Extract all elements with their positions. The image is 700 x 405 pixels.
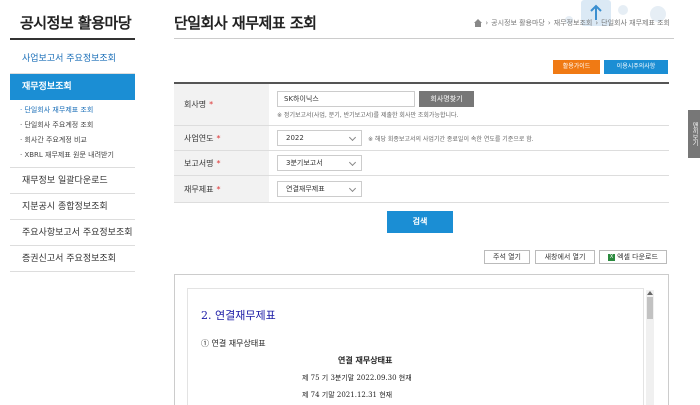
- excel-download-label: 엑셀 다운로드: [617, 253, 658, 261]
- page: 공시정보 활용마당 사업보고서 주요정보조회 재무정보조회 · 단일회사 재무제…: [0, 0, 700, 405]
- find-company-button[interactable]: 회사명찾기: [419, 90, 474, 107]
- document-viewer: 2. 연결재무제표 ① 연결 재무상태표 연결 재무상태표 제 75 기 3분기…: [174, 274, 669, 405]
- breadcrumb-item[interactable]: 공시정보 활용마당: [491, 18, 545, 28]
- required-mark: *: [216, 133, 221, 143]
- sidebar-submenu: · 단일회사 재무제표 조회 · 단일회사 주요계정 조회 · 회사간 주요계정…: [10, 100, 135, 168]
- search-form: 회사명 * SK하이닉스 회사명찾기 ※ 정기보고서(사업, 분기, 반기보고서)…: [174, 82, 669, 203]
- home-icon[interactable]: [474, 19, 483, 27]
- statement-label: 재무제표: [184, 184, 214, 194]
- company-label: 회사명: [184, 100, 207, 109]
- sidebar-menu: 사업보고서 주요정보조회 재무정보조회 · 단일회사 재무제표 조회 · 단일회…: [10, 44, 135, 272]
- usage-notice-button[interactable]: 이용시주의사항: [604, 60, 668, 74]
- year-label: 사업연도: [184, 133, 214, 143]
- year-note: ※ 해당 회종보고서의 사업기간 종료일이 속한 연도를 기준으로 함.: [368, 135, 534, 143]
- sidebar-item-financial-info[interactable]: 재무정보조회: [10, 74, 135, 100]
- report-select[interactable]: 3분기보고서: [277, 155, 362, 171]
- chevron-down-icon: [348, 158, 357, 167]
- year-select[interactable]: 2022: [277, 130, 362, 146]
- breadcrumb: › 공시정보 활용마당 › 재무정보조회 › 단일회사 재무제표 조회: [474, 18, 670, 28]
- report-value: 3분기보고서: [286, 159, 323, 167]
- excel-download-button[interactable]: X 엑셀 다운로드: [599, 250, 667, 264]
- statement-select[interactable]: 연결재무제표: [277, 181, 362, 197]
- sidebar-subitem-single-statement[interactable]: · 단일회사 재무제표 조회: [20, 103, 135, 118]
- document-content: 2. 연결재무제표 ① 연결 재무상태표 연결 재무상태표 제 75 기 3분기…: [187, 288, 644, 405]
- sidebar: 공시정보 활용마당 사업보고서 주요정보조회 재무정보조회 · 단일회사 재무제…: [0, 0, 152, 405]
- required-mark: *: [209, 100, 214, 109]
- page-title: 단일회사 재무제표 조회: [174, 14, 317, 32]
- statement-title: 연결 재무상태표: [338, 355, 393, 365]
- sidebar-subitem-xbrl-download[interactable]: · XBRL 재무제표 원문 내려받기: [20, 148, 135, 163]
- sidebar-divider: [10, 38, 135, 40]
- year-row: 사업연도 * 2022 ※ 해당 회종보고서의 사업기간 종료일이 속한 연도를 …: [174, 126, 669, 151]
- statement-value: 연결재무제표: [286, 185, 325, 193]
- sidebar-title: 공시정보 활용마당: [20, 14, 132, 32]
- scroll-thumb[interactable]: [647, 297, 653, 319]
- sidebar-item-equity-disclosure[interactable]: 지분공시 종합정보조회: [10, 194, 135, 220]
- sidebar-item-business-report[interactable]: 사업보고서 주요정보조회: [10, 44, 135, 74]
- company-note: ※ 정기보고서(사업, 분기, 반기보고서)를 제출한 회사만 조회가능합니다.: [277, 111, 459, 119]
- document-section-title: 2. 연결재무제표: [201, 309, 276, 322]
- chevron-down-icon: [348, 184, 357, 193]
- report-label: 보고서명: [184, 158, 214, 168]
- report-row: 보고서명 * 3분기보고서: [174, 151, 669, 176]
- side-tab[interactable]: 맨끼보기: [688, 110, 700, 158]
- sidebar-subitem-compare-accounts[interactable]: · 회사간 주요계정 비교: [20, 133, 135, 148]
- company-input[interactable]: SK하이닉스: [277, 90, 415, 107]
- company-row: 회사명 * SK하이닉스 회사명찾기 ※ 정기보고서(사업, 분기, 반기보고서)…: [174, 84, 669, 126]
- header-divider: [174, 38, 674, 39]
- sidebar-subitem-single-accounts[interactable]: · 단일회사 주요계정 조회: [20, 118, 135, 133]
- document-scrollbar[interactable]: [646, 290, 654, 405]
- breadcrumb-item[interactable]: 재무정보조회: [554, 18, 593, 28]
- required-mark: *: [216, 158, 221, 168]
- sidebar-item-securities-report[interactable]: 증권신고서 주요정보조회: [10, 246, 135, 272]
- statement-row: 재무제표 * 연결재무제표: [174, 176, 669, 203]
- required-mark: *: [216, 184, 221, 194]
- sidebar-item-major-report[interactable]: 주요사항보고서 주요정보조회: [10, 220, 135, 246]
- sidebar-item-bulk-download[interactable]: 재무정보 일괄다운로드: [10, 168, 135, 194]
- search-button[interactable]: 검색: [387, 211, 453, 233]
- open-new-window-button[interactable]: 새창에서 열기: [535, 250, 595, 264]
- usage-guide-button[interactable]: 활용가이드: [553, 60, 600, 74]
- period-line: 제 75 기 3분기말 2022.09.30 현재: [302, 374, 412, 382]
- scroll-up-icon[interactable]: [647, 291, 653, 295]
- excel-icon: X: [608, 253, 616, 261]
- chevron-down-icon: [348, 133, 357, 142]
- document-subtitle: ① 연결 재무상태표: [201, 339, 266, 348]
- period-line: 제 74 기말 2021.12.31 현재: [302, 391, 393, 399]
- breadcrumb-item: 단일회사 재무제표 조회: [601, 19, 670, 27]
- open-notes-button[interactable]: 주석 열기: [484, 250, 530, 264]
- year-value: 2022: [286, 134, 304, 142]
